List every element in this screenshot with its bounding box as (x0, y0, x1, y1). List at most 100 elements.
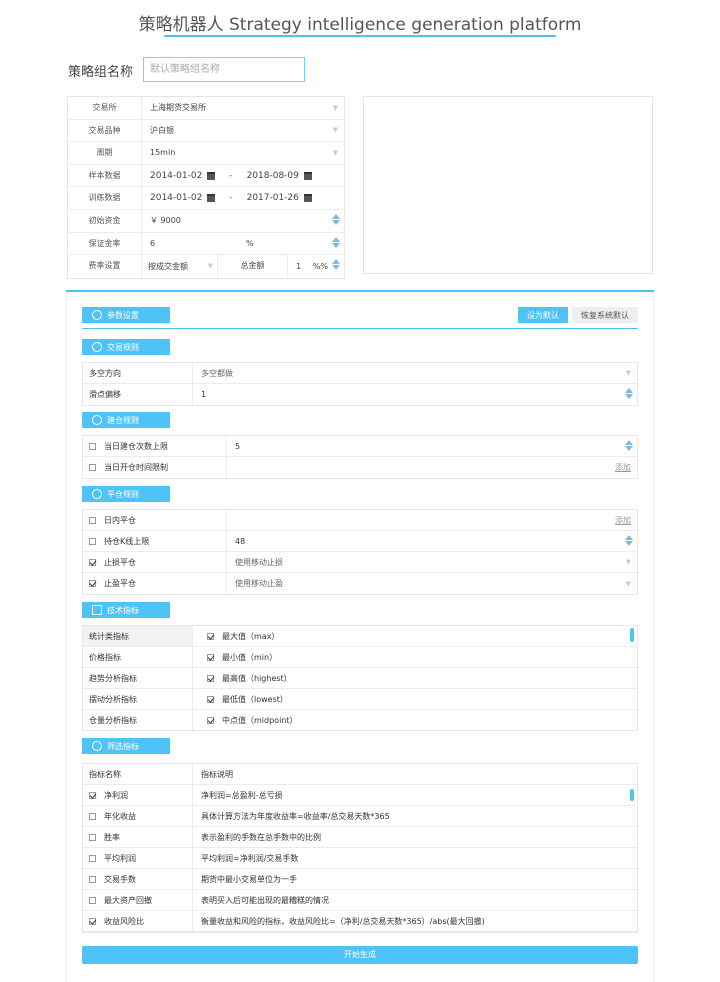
filter-name: 平均利润 (104, 853, 136, 863)
filter-name-cell: 净利润 (83, 785, 193, 805)
training-start-date[interactable]: 2014-01-02 (150, 193, 202, 203)
table-row: 止损平仓 使用移动止损 ▼ (83, 552, 637, 573)
fee-mode-select[interactable]: 按成交金额 ▼ (142, 255, 218, 278)
slippage-input[interactable]: 1 (193, 384, 637, 405)
training-date-range: 2014-01-02 - 2017-01-26 (142, 187, 344, 209)
stepper-icon[interactable] (332, 236, 340, 252)
tech-indicator-checkbox[interactable] (207, 632, 214, 640)
open-rules-table: 当日建仓次数上限 5 当日开仓时间限制 添加 (82, 435, 638, 479)
stepper-icon[interactable] (332, 258, 340, 274)
sample-start-date[interactable]: 2014-01-02 (150, 171, 202, 181)
max-bars-checkbox[interactable] (89, 537, 96, 545)
capital-value: ￥ 9000 (150, 216, 181, 226)
open-time-value: 添加 (227, 457, 637, 478)
intraday-close-checkbox[interactable] (89, 516, 96, 524)
direction-select[interactable]: 多空都做 ▼ (193, 363, 637, 383)
tech-indicator-checkbox[interactable] (207, 674, 214, 682)
filter-desc: 净利润=总盈利-总亏损 (201, 790, 283, 800)
filter-checkbox[interactable] (89, 791, 96, 799)
max-bars-value: 48 (235, 536, 246, 546)
tech-category-item[interactable]: 统计类指标 (83, 626, 193, 646)
filter-checkbox[interactable] (89, 896, 96, 904)
tech-category-item[interactable]: 趋势分析指标 (83, 668, 193, 688)
set-default-button[interactable]: 设为默认 (518, 307, 568, 323)
config-row-training: 训练数据 2014-01-02 - 2017-01-26 (68, 187, 344, 210)
tech-indicator-checkbox[interactable] (207, 653, 214, 661)
group-name-label: 策略组名称 (68, 65, 134, 80)
table-row: 胜率 表示盈利的手数在总手数中的比例 (83, 827, 637, 848)
fee-amount-input[interactable]: 1%% (288, 255, 344, 278)
chevron-down-icon: ▼ (625, 579, 631, 588)
config-row-period: 周期 15min ▼ (68, 142, 344, 165)
period-value: 15min (150, 148, 176, 158)
calendar-icon[interactable] (303, 194, 312, 203)
filter-name-cell: 胜率 (83, 827, 193, 847)
generate-button[interactable]: 开始生成 (82, 946, 638, 964)
tech-indicator-checkbox[interactable] (207, 695, 214, 703)
group-name-input[interactable]: 默认策略组名称 (143, 57, 305, 82)
preview-panel (363, 96, 653, 274)
tech-indicator-checkbox[interactable] (207, 716, 214, 724)
variety-label: 交易品种 (68, 119, 142, 142)
open-limit-label: 当日建仓次数上限 (104, 441, 168, 451)
filter-checkbox[interactable] (89, 917, 96, 925)
intraday-close-add-link[interactable]: 添加 (615, 515, 631, 526)
stepper-icon[interactable] (332, 213, 340, 229)
calendar-icon[interactable] (303, 171, 312, 180)
tech-indicator-item: 最小值（min） (193, 647, 637, 667)
intraday-close-label: 日内平仓 (104, 515, 136, 525)
sample-label: 样本数据 (68, 164, 142, 187)
filter-checkbox[interactable] (89, 854, 96, 862)
table-row: 当日建仓次数上限 5 (83, 436, 637, 457)
tech-category-item[interactable]: 仓量分析指标 (83, 710, 193, 730)
filter-checkbox[interactable] (89, 875, 96, 883)
open-limit-checkbox[interactable] (89, 442, 96, 450)
margin-input[interactable]: 6% (142, 233, 344, 255)
filter-checkbox[interactable] (89, 812, 96, 820)
table-header-row: 指标名称 指标说明 (83, 764, 637, 785)
filter-desc: 期货中最小交易单位为一手 (201, 874, 297, 884)
stop-loss-checkbox[interactable] (89, 558, 96, 566)
tech-category-item[interactable]: 价格指标 (83, 647, 193, 667)
section-open-rules: 建仓规则 (82, 412, 170, 428)
tech-scrollbar[interactable] (630, 628, 634, 642)
restore-default-button[interactable]: 恢复系统默认 (572, 307, 638, 323)
period-select[interactable]: 15min ▼ (142, 142, 344, 164)
take-profit-checkbox[interactable] (89, 580, 96, 587)
stepper-icon[interactable] (625, 534, 633, 550)
open-limit-input[interactable]: 5 (227, 436, 637, 456)
stepper-icon[interactable] (625, 439, 633, 455)
filter-scrollbar[interactable] (630, 789, 634, 801)
filter-desc: 具体计算方法为年度收益率=收益率/总交易天数*365 (201, 811, 390, 821)
tech-indicator-item: 最大值（max） (193, 626, 637, 646)
open-time-cell: 当日开仓时间限制 (83, 457, 227, 478)
tech-indicator-label: 最高值（highest） (222, 673, 292, 683)
sample-end-date[interactable]: 2018-08-09 (247, 171, 299, 181)
max-bars-cell: 持仓K线上限 (83, 531, 227, 551)
stepper-icon[interactable] (625, 387, 633, 403)
calendar-icon[interactable] (207, 194, 216, 203)
tech-indicator-item: 中点值（midpoint） (193, 710, 637, 730)
sample-date-range: 2014-01-02 - 2018-08-09 (142, 165, 344, 187)
open-time-checkbox[interactable] (89, 464, 96, 471)
max-bars-input[interactable]: 48 (227, 531, 637, 551)
date-separator: - (229, 170, 233, 181)
close-rules-table: 日内平仓 添加 持仓K线上限 48 止损平仓 使用移动止损 ▼ 止盈平仓 使用移动… (82, 509, 638, 595)
chevron-down-icon: ▼ (332, 126, 338, 135)
filter-name: 收益风险比 (104, 916, 144, 926)
filter-checkbox[interactable] (89, 833, 96, 841)
stop-loss-select[interactable]: 使用移动止损 ▼ (227, 552, 637, 572)
training-end-date[interactable]: 2017-01-26 (247, 193, 299, 203)
capital-input[interactable]: ￥ 9000 (142, 210, 344, 232)
tech-indicator-item: 最低值（lowest） (193, 689, 637, 709)
period-label: 周期 (68, 142, 142, 164)
download-icon (92, 489, 102, 499)
tech-category-item[interactable]: 摆动分析指标 (83, 689, 193, 709)
variety-select[interactable]: 沪白银 ▼ (142, 120, 344, 142)
open-time-add-link[interactable]: 添加 (615, 462, 631, 473)
take-profit-select[interactable]: 使用移动止盈 ▼ (227, 573, 637, 594)
filter-name: 最大资产回撤 (104, 895, 152, 905)
calendar-icon[interactable] (207, 171, 216, 180)
exchange-select[interactable]: 上海期货交易所 ▼ (142, 97, 344, 119)
config-row-variety: 交易品种 沪白银 ▼ (68, 119, 344, 143)
